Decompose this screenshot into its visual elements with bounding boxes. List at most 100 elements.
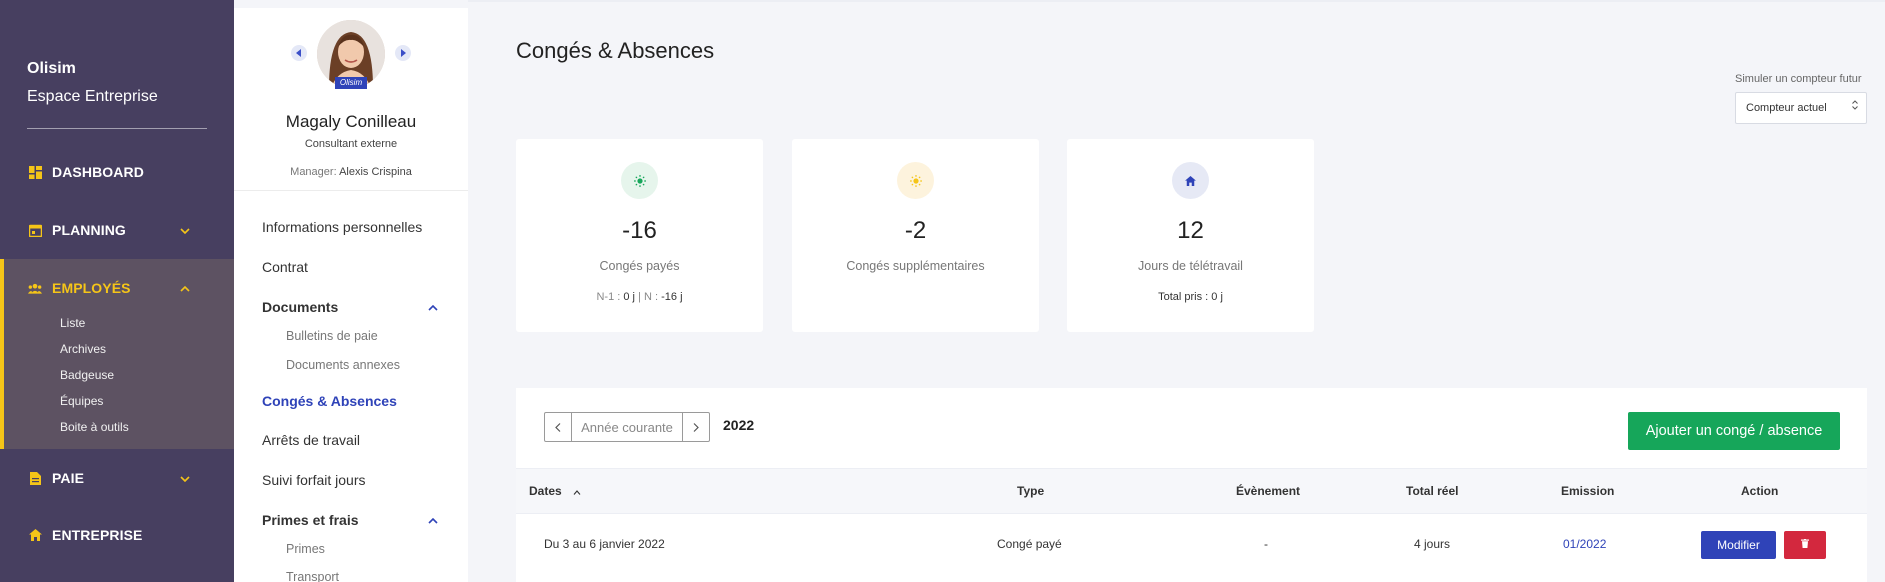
column-header-total: Total réel — [1406, 484, 1459, 498]
add-absence-button[interactable]: Ajouter un congé / absence — [1628, 412, 1840, 450]
employee-profile-panel: Olisim Magaly Conilleau Consultant exter… — [234, 0, 468, 582]
simulate-counter-value: Compteur actuel — [1746, 102, 1827, 114]
sun-icon — [897, 162, 934, 199]
nav-employes[interactable]: EMPLOYÉS — [0, 268, 234, 308]
employee-role: Consultant externe — [304, 138, 398, 150]
n1-label: N-1 : — [596, 291, 621, 303]
subnav-archives[interactable]: Archives — [60, 336, 129, 362]
users-icon — [28, 281, 42, 295]
subnav-equipes[interactable]: Équipes — [60, 388, 129, 414]
nav-entreprise[interactable]: ENTREPRISE — [0, 515, 234, 555]
chevron-down-icon — [180, 471, 190, 485]
column-header-dates[interactable]: Dates — [529, 484, 581, 498]
document-icon — [28, 471, 42, 485]
previous-employee-button[interactable] — [291, 45, 307, 61]
profile-menu-annexes[interactable]: Documents annexes — [286, 358, 400, 372]
nav-paie-label: PAIE — [52, 470, 85, 486]
trash-icon — [1801, 539, 1809, 551]
cell-total: 4 jours — [1414, 537, 1451, 551]
employee-name: Magaly Conilleau — [285, 112, 417, 131]
selected-year: 2022 — [723, 417, 755, 433]
table-header: Dates Type Évènement Total réel Emission… — [516, 468, 1867, 514]
brand-divider — [27, 128, 207, 129]
brand-name: Olisim — [27, 60, 76, 77]
counter-value: -2 — [904, 217, 927, 244]
chevron-up-icon — [180, 281, 190, 295]
counter-footnote: N-1 : 0 j | N : -16 j — [516, 291, 763, 303]
counter-card-conges-supplementaires: -2 Congés supplémentaires — [792, 139, 1039, 332]
profile-menu-conges[interactable]: Congés & Absences — [262, 393, 397, 409]
subnav-boite-a-outils[interactable]: Boite à outils — [60, 414, 129, 440]
profile-menu-primes[interactable]: Primes — [286, 542, 325, 556]
footnote-separator: | — [638, 291, 641, 303]
main-sidebar: Olisim Espace Entreprise DASHBOARD PLANN… — [0, 0, 234, 582]
cell-type: Congé payé — [997, 537, 1062, 551]
n-label: N : — [643, 291, 659, 303]
profile-menu-transport[interactable]: Transport — [286, 570, 339, 582]
cell-evenement: - — [1264, 537, 1268, 551]
main-content: Congés & Absences Simuler un compteur fu… — [468, 0, 1885, 582]
chevron-down-icon — [180, 223, 190, 237]
next-employee-button[interactable] — [395, 45, 411, 61]
calendar-icon — [28, 223, 42, 237]
current-year-button[interactable]: Année courante — [571, 413, 683, 441]
subnav-badgeuse[interactable]: Badgeuse — [60, 362, 129, 388]
dashboard-icon — [28, 165, 42, 179]
profile-menu-arrets[interactable]: Arrêts de travail — [262, 432, 360, 448]
home-icon — [1172, 162, 1209, 199]
page-title: Congés & Absences — [516, 38, 715, 63]
nav-entreprise-label: ENTREPRISE — [52, 527, 143, 543]
counter-label: Jours de télétravail — [1138, 259, 1243, 273]
home-icon — [28, 528, 42, 542]
profile-divider — [234, 190, 468, 191]
column-header-emission: Emission — [1561, 484, 1615, 498]
n-value: -16 j — [661, 291, 683, 303]
profile-menu-contrat[interactable]: Contrat — [262, 259, 308, 275]
brand-subtitle: Espace Entreprise — [27, 88, 158, 105]
column-header-dates-label: Dates — [529, 484, 562, 498]
previous-year-button[interactable] — [545, 413, 571, 441]
nav-dashboard-label: DASHBOARD — [52, 164, 144, 180]
year-navigator: Année courante — [544, 412, 710, 442]
simulate-counter-label: Simuler un compteur futur — [1735, 73, 1862, 85]
modify-button[interactable]: Modifier — [1701, 531, 1776, 559]
counter-value: -16 — [622, 217, 657, 244]
profile-menu-primes-frais[interactable]: Primes et frais — [262, 512, 359, 528]
manager-label: Manager: — [290, 166, 337, 178]
select-arrows-icon — [1852, 93, 1858, 113]
delete-button[interactable] — [1784, 531, 1826, 559]
counter-value: 12 — [1177, 217, 1204, 244]
profile-menu-infos[interactable]: Informations personnelles — [262, 219, 422, 235]
chevron-up-icon[interactable] — [428, 300, 438, 314]
column-header-evenement: Évènement — [1236, 484, 1301, 498]
profile-menu-bulletins[interactable]: Bulletins de paie — [286, 329, 378, 343]
sort-ascending-icon — [573, 484, 581, 498]
employee-manager: Manager: Alexis Crispina — [234, 166, 468, 178]
sun-icon — [621, 162, 658, 199]
counter-card-conges-payes: -16 Congés payés N-1 : 0 j | N : -16 j — [516, 139, 763, 332]
counter-label: Congés supplémentaires — [846, 259, 985, 273]
nav-planning-label: PLANNING — [52, 222, 126, 238]
avatar-company-badge: Olisim — [335, 77, 367, 89]
brand: Olisim Espace Entreprise — [27, 58, 158, 108]
n1-value: 0 j — [623, 291, 635, 303]
manager-name: Alexis Crispina — [339, 166, 412, 178]
cell-dates: Du 3 au 6 janvier 2022 — [544, 537, 665, 551]
nav-paie[interactable]: PAIE — [0, 458, 234, 498]
counter-card-teletravail: 12 Jours de télétravail Total pris : 0 j — [1067, 139, 1314, 332]
profile-menu-forfait[interactable]: Suivi forfait jours — [262, 472, 365, 488]
nav-planning[interactable]: PLANNING — [0, 210, 234, 250]
column-header-action: Action — [1741, 484, 1779, 498]
absences-panel: Année courante 2022 Ajouter un congé / a… — [516, 388, 1867, 582]
chevron-up-icon[interactable] — [428, 513, 438, 527]
nav-dashboard[interactable]: DASHBOARD — [0, 152, 234, 192]
simulate-counter-select[interactable]: Compteur actuel — [1735, 92, 1867, 124]
cell-emission-link[interactable]: 01/2022 — [1563, 537, 1606, 551]
column-header-type: Type — [1017, 484, 1045, 498]
employes-subnav: Liste Archives Badgeuse Équipes Boite à … — [60, 310, 129, 440]
subnav-liste[interactable]: Liste — [60, 310, 129, 336]
profile-menu-documents[interactable]: Documents — [262, 299, 338, 315]
counter-footnote: Total pris : 0 j — [1158, 291, 1223, 303]
nav-employes-label: EMPLOYÉS — [52, 280, 131, 296]
next-year-button[interactable] — [683, 413, 709, 441]
